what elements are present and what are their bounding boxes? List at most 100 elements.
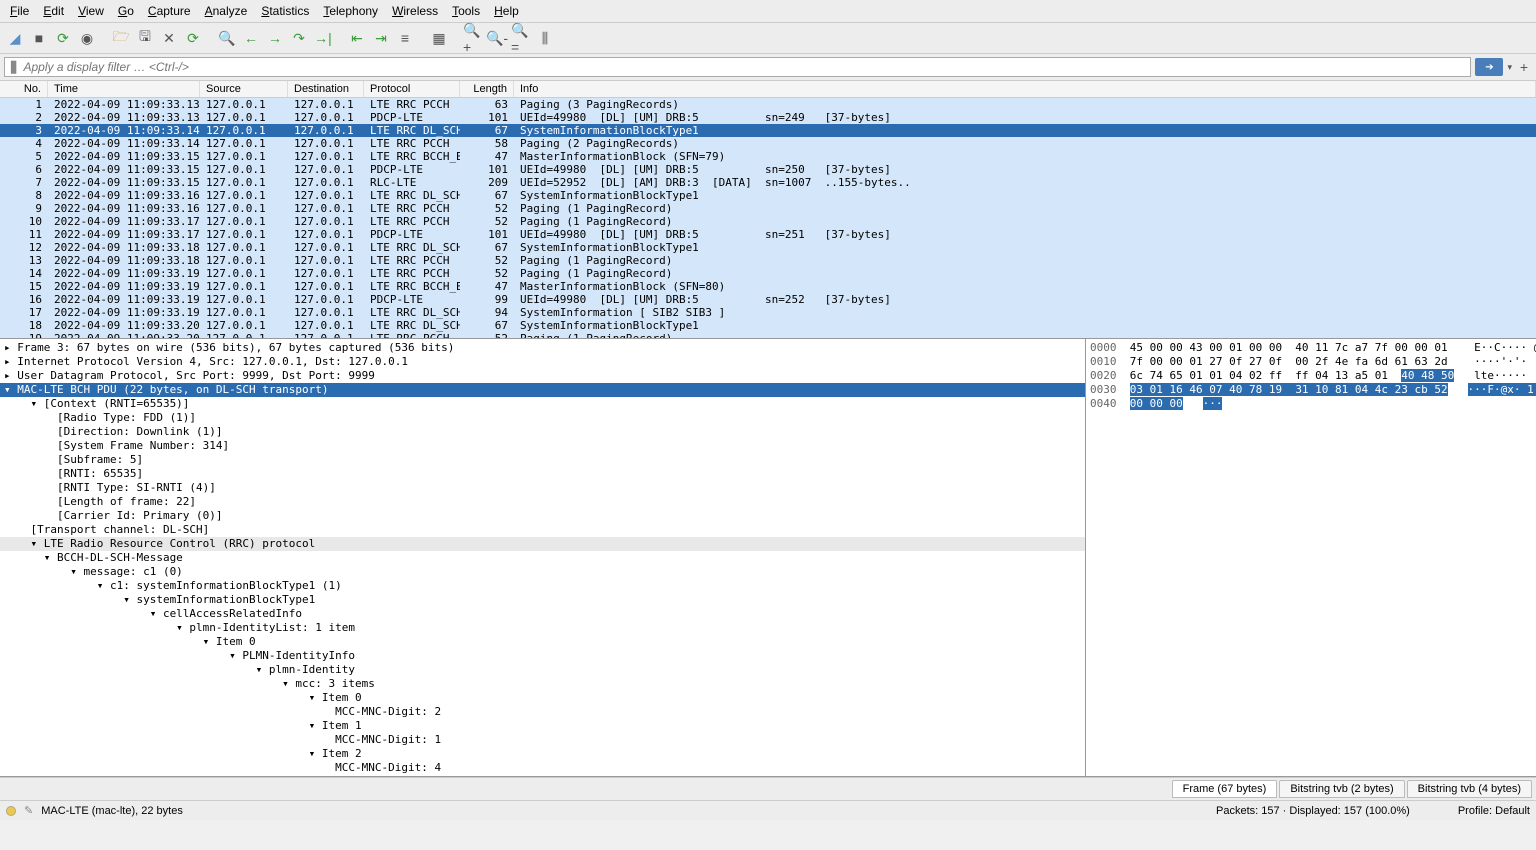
- tree-node[interactable]: [Transport channel: DL-SCH]: [0, 523, 1085, 537]
- tree-node[interactable]: ▾ systemInformationBlockType1: [0, 593, 1085, 607]
- col-time[interactable]: Time: [48, 81, 200, 97]
- tree-node[interactable]: ▾ LTE Radio Resource Control (RRC) proto…: [0, 537, 1085, 551]
- col-protocol[interactable]: Protocol: [364, 81, 460, 97]
- menu-tools[interactable]: Tools: [446, 2, 486, 20]
- menu-capture[interactable]: Capture: [142, 2, 197, 20]
- bookmark-icon[interactable]: ▋: [11, 61, 19, 74]
- tree-node[interactable]: ▸ User Datagram Protocol, Src Port: 9999…: [0, 369, 1085, 383]
- reload-icon[interactable]: ⟳: [182, 27, 204, 49]
- hex-line[interactable]: 0000 45 00 00 43 00 01 00 00 40 11 7c a7…: [1090, 341, 1532, 355]
- tree-node[interactable]: ▾ Item 0: [0, 635, 1085, 649]
- close-file-icon[interactable]: ✕: [158, 27, 180, 49]
- prev-icon[interactable]: ←: [240, 27, 262, 49]
- tree-node[interactable]: ▾ c1: systemInformationBlockType1 (1): [0, 579, 1085, 593]
- packet-row[interactable]: 122022-04-09 11:09:33.180514127.0.0.1127…: [0, 241, 1536, 254]
- packet-row[interactable]: 172022-04-09 11:09:33.196514127.0.0.1127…: [0, 306, 1536, 319]
- zoom-reset-icon[interactable]: 🔍=: [510, 27, 532, 49]
- packet-row[interactable]: 82022-04-09 11:09:33.160514127.0.0.1127.…: [0, 189, 1536, 202]
- hex-line[interactable]: 0010 7f 00 00 01 27 0f 27 0f 00 2f 4e fa…: [1090, 355, 1532, 369]
- tree-node[interactable]: ▾ [Context (RNTI=65535)]: [0, 397, 1085, 411]
- tree-node[interactable]: ▾ mnc: 2 items: [0, 775, 1085, 776]
- tree-node[interactable]: MCC-MNC-Digit: 2: [0, 705, 1085, 719]
- menu-edit[interactable]: Edit: [37, 2, 70, 20]
- last-icon[interactable]: ⇥: [370, 27, 392, 49]
- display-filter-input[interactable]: ▋: [4, 57, 1471, 77]
- resize-cols-icon[interactable]: ⫼: [534, 27, 556, 49]
- tree-node[interactable]: [Radio Type: FDD (1)]: [0, 411, 1085, 425]
- tree-node[interactable]: [Carrier Id: Primary (0)]: [0, 509, 1085, 523]
- packet-row[interactable]: 102022-04-09 11:09:33.174515127.0.0.1127…: [0, 215, 1536, 228]
- packet-bytes-hex[interactable]: 0000 45 00 00 43 00 01 00 00 40 11 7c a7…: [1086, 339, 1536, 776]
- tree-node[interactable]: ▸ Frame 3: 67 bytes on wire (536 bits), …: [0, 341, 1085, 355]
- packet-row[interactable]: 92022-04-09 11:09:33.164514127.0.0.1127.…: [0, 202, 1536, 215]
- packet-list[interactable]: No.TimeSourceDestinationProtocolLengthIn…: [0, 81, 1536, 339]
- tree-node[interactable]: MCC-MNC-Digit: 1: [0, 733, 1085, 747]
- jump-icon[interactable]: ↷: [288, 27, 310, 49]
- packet-row[interactable]: 152022-04-09 11:09:33.195514127.0.0.1127…: [0, 280, 1536, 293]
- tree-node[interactable]: [Direction: Downlink (1)]: [0, 425, 1085, 439]
- start-capture-icon[interactable]: ◢: [4, 27, 26, 49]
- tree-node[interactable]: ▾ Item 0: [0, 691, 1085, 705]
- bytes-tab[interactable]: Frame (67 bytes): [1172, 780, 1278, 798]
- menu-help[interactable]: Help: [488, 2, 525, 20]
- col-length[interactable]: Length: [460, 81, 514, 97]
- col-destination[interactable]: Destination: [288, 81, 364, 97]
- add-filter-button[interactable]: +: [1516, 59, 1532, 75]
- edit-icon[interactable]: ✎: [24, 804, 33, 817]
- tree-node[interactable]: [Subframe: 5]: [0, 453, 1085, 467]
- autoscroll-icon[interactable]: ≡: [394, 27, 416, 49]
- tree-node[interactable]: ▾ Item 1: [0, 719, 1085, 733]
- packet-row[interactable]: 182022-04-09 11:09:33.200514127.0.0.1127…: [0, 319, 1536, 332]
- packet-row[interactable]: 52022-04-09 11:09:33.150514127.0.0.1127.…: [0, 150, 1536, 163]
- packet-row[interactable]: 162022-04-09 11:09:33.195514127.0.0.1127…: [0, 293, 1536, 306]
- bytes-tab[interactable]: Bitstring tvb (2 bytes): [1279, 780, 1404, 798]
- packet-details-tree[interactable]: ▸ Frame 3: 67 bytes on wire (536 bits), …: [0, 339, 1086, 776]
- packet-row[interactable]: 32022-04-09 11:09:33.140514127.0.0.1127.…: [0, 124, 1536, 137]
- find-icon[interactable]: 🔍: [216, 27, 238, 49]
- tree-node[interactable]: ▾ cellAccessRelatedInfo: [0, 607, 1085, 621]
- status-profile[interactable]: Profile: Default: [1458, 805, 1530, 817]
- col-no[interactable]: No.: [0, 81, 48, 97]
- menu-wireless[interactable]: Wireless: [386, 2, 444, 20]
- tree-node[interactable]: ▾ message: c1 (0): [0, 565, 1085, 579]
- zoom-out-icon[interactable]: 🔍-: [486, 27, 508, 49]
- tree-node[interactable]: ▾ mcc: 3 items: [0, 677, 1085, 691]
- packet-row[interactable]: 142022-04-09 11:09:33.194515127.0.0.1127…: [0, 267, 1536, 280]
- packet-row[interactable]: 72022-04-09 11:09:33.156514127.0.0.1127.…: [0, 176, 1536, 189]
- tree-node[interactable]: ▾ BCCH-DL-SCH-Message: [0, 551, 1085, 565]
- menu-go[interactable]: Go: [112, 2, 140, 20]
- tree-node[interactable]: ▾ plmn-IdentityList: 1 item: [0, 621, 1085, 635]
- tree-node[interactable]: ▸ Internet Protocol Version 4, Src: 127.…: [0, 355, 1085, 369]
- packet-row[interactable]: 112022-04-09 11:09:33.176514127.0.0.1127…: [0, 228, 1536, 241]
- first-icon[interactable]: ⇤: [346, 27, 368, 49]
- zoom-in-icon[interactable]: 🔍+: [462, 27, 484, 49]
- tree-node[interactable]: ▾ MAC-LTE BCH PDU (22 bytes, on DL-SCH t…: [0, 383, 1085, 397]
- packet-row[interactable]: 132022-04-09 11:09:33.184514127.0.0.1127…: [0, 254, 1536, 267]
- filter-text-input[interactable]: [23, 60, 1464, 74]
- expert-info-led-icon[interactable]: [6, 806, 16, 816]
- tree-node[interactable]: [RNTI Type: SI-RNTI (4)]: [0, 481, 1085, 495]
- col-info[interactable]: Info: [514, 81, 1536, 97]
- tree-node[interactable]: ▾ PLMN-IdentityInfo: [0, 649, 1085, 663]
- tree-node[interactable]: [Length of frame: 22]: [0, 495, 1085, 509]
- col-source[interactable]: Source: [200, 81, 288, 97]
- next-icon[interactable]: →: [264, 27, 286, 49]
- packet-row[interactable]: 12022-04-09 11:09:33.134514127.0.0.1127.…: [0, 98, 1536, 111]
- save-file-icon[interactable]: 🖫: [134, 27, 156, 49]
- tree-node[interactable]: MCC-MNC-Digit: 4: [0, 761, 1085, 775]
- hex-line[interactable]: 0030 03 01 16 46 07 40 78 19 31 10 81 04…: [1090, 383, 1532, 397]
- tree-node[interactable]: ▾ plmn-Identity: [0, 663, 1085, 677]
- menu-statistics[interactable]: Statistics: [255, 2, 315, 20]
- open-file-icon[interactable]: 🗁: [110, 27, 132, 49]
- options-icon[interactable]: ◉: [76, 27, 98, 49]
- hex-line[interactable]: 0020 6c 74 65 01 01 04 02 ff ff 04 13 a5…: [1090, 369, 1532, 383]
- apply-filter-button[interactable]: ➔: [1475, 58, 1503, 76]
- filter-dropdown-icon[interactable]: ▾: [1507, 62, 1512, 73]
- bytes-tab[interactable]: Bitstring tvb (4 bytes): [1407, 780, 1532, 798]
- menu-view[interactable]: View: [72, 2, 110, 20]
- packet-row[interactable]: 62022-04-09 11:09:33.155514127.0.0.1127.…: [0, 163, 1536, 176]
- packet-row[interactable]: 42022-04-09 11:09:33.144514127.0.0.1127.…: [0, 137, 1536, 150]
- packet-row[interactable]: 192022-04-09 11:09:33.204514127.0.0.1127…: [0, 332, 1536, 339]
- packet-row[interactable]: 22022-04-09 11:09:33.136514127.0.0.1127.…: [0, 111, 1536, 124]
- tree-node[interactable]: ▾ Item 2: [0, 747, 1085, 761]
